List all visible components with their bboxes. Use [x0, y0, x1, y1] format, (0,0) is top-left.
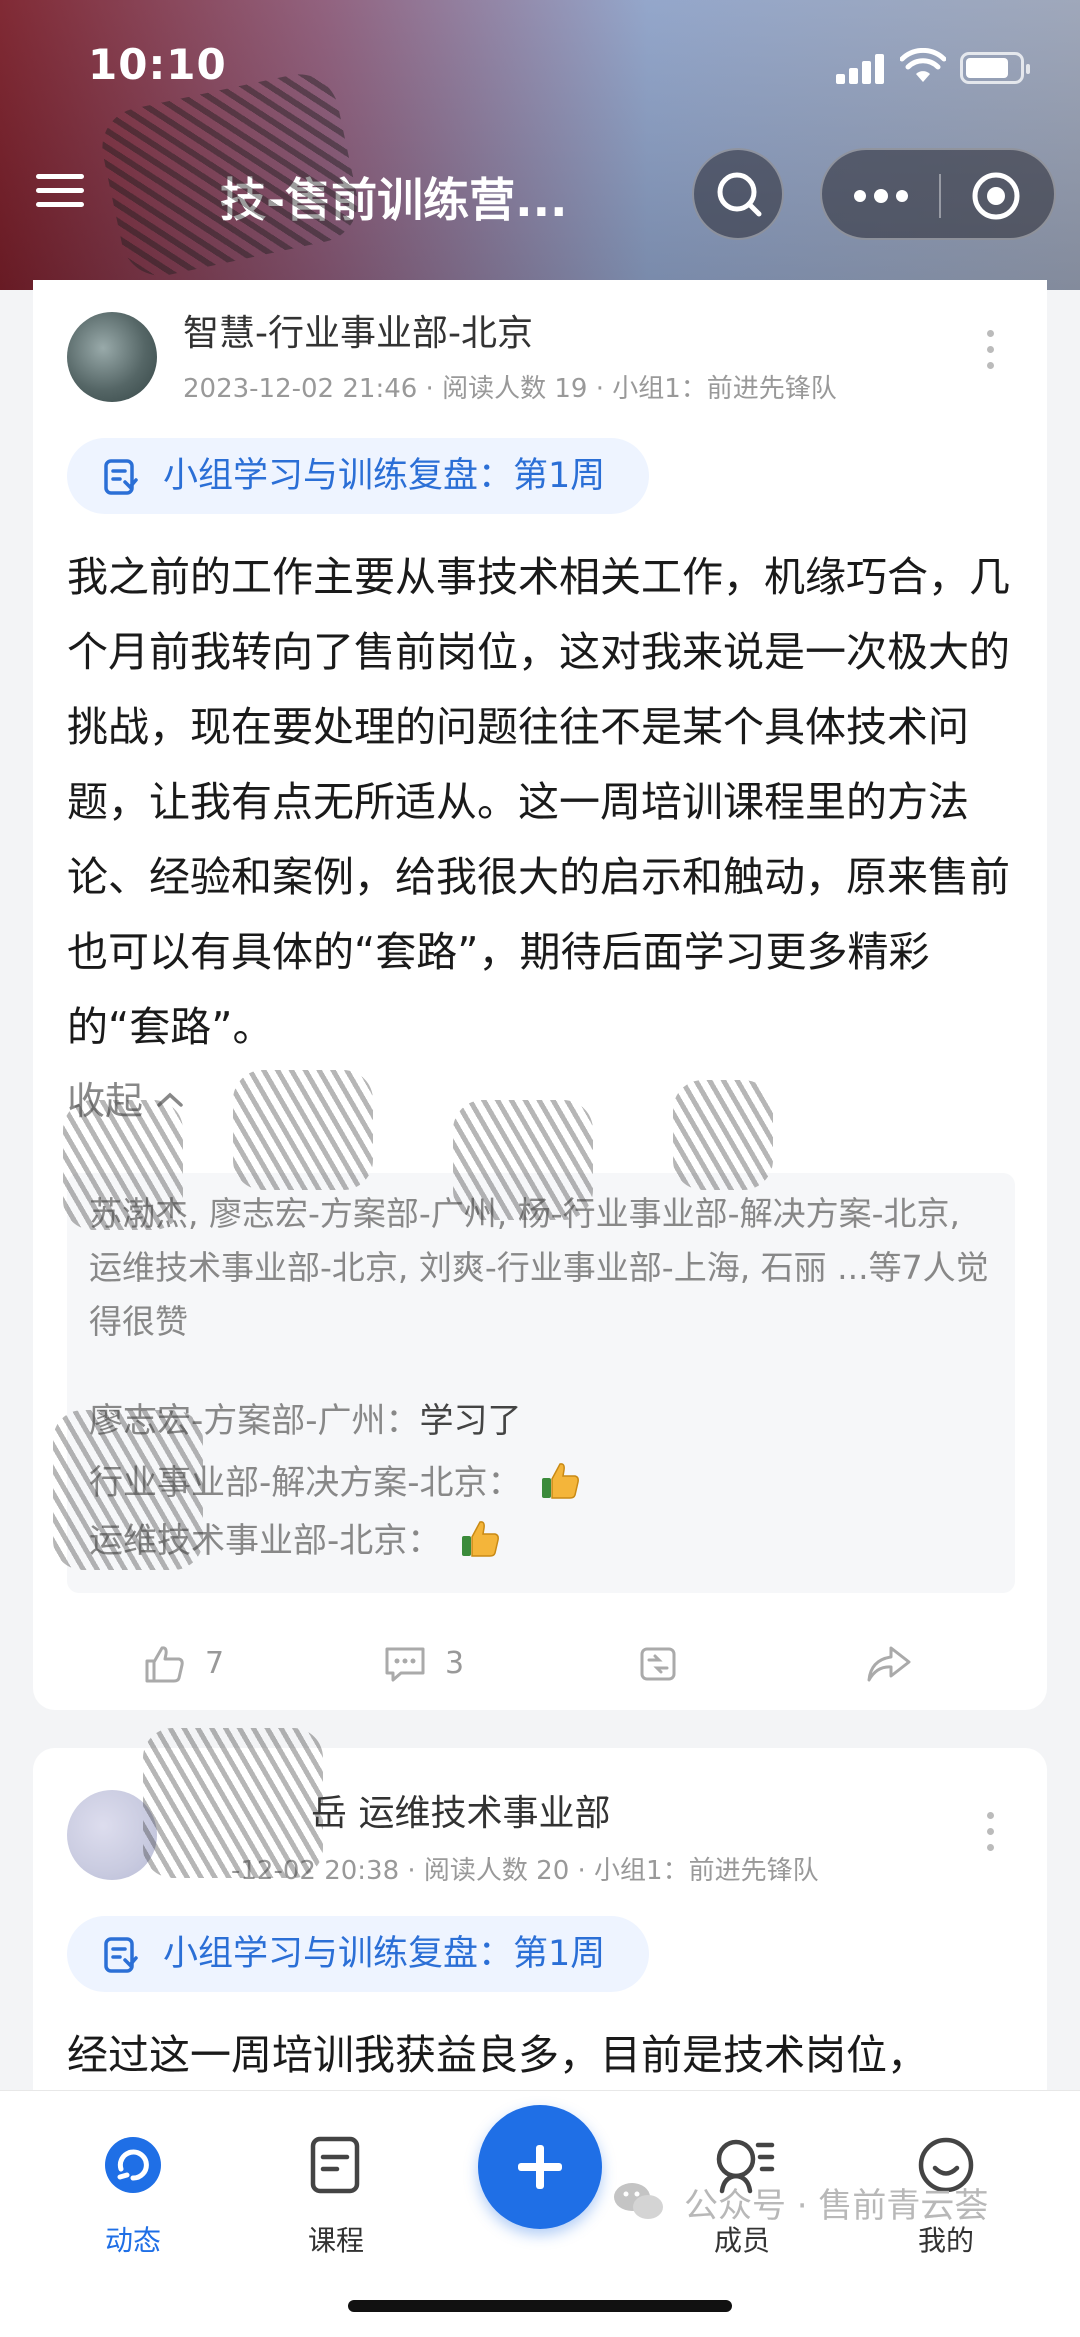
comment-content: 学习了: [419, 1401, 522, 1441]
thumbs-up-emoji-icon: [542, 1463, 580, 1499]
thumbs-up-icon: [145, 1646, 184, 1683]
more-options-icon[interactable]: [848, 174, 914, 218]
post-text: 经过这一周培训我获益良多，目前是技术岗位，: [67, 2031, 928, 2079]
menu-icon[interactable]: [36, 170, 88, 214]
avatar[interactable]: [67, 312, 157, 402]
redaction-scribble: [63, 1100, 183, 1230]
signal-icon: [836, 54, 888, 84]
tab-label: 动态: [104, 2224, 161, 2257]
comment-count: 3: [445, 1646, 465, 1681]
comment-button[interactable]: 3: [383, 1640, 503, 1690]
battery-icon: [960, 52, 1030, 84]
topic-tag[interactable]: 小组学习与训练复盘：第1周: [67, 1916, 650, 1992]
course-icon: [310, 2136, 360, 2194]
status-time: 10:10: [88, 40, 227, 89]
redaction-scribble: [53, 1410, 203, 1570]
post-text: 我之前的工作主要从事技术相关工作，机缘巧合，几个月前我转向了售前岗位，这对我来说…: [67, 553, 1010, 1051]
share-icon: [867, 1646, 911, 1682]
watermark: 公众号 · 售前青云荟: [684, 2186, 989, 2226]
close-miniprogram-icon[interactable]: [968, 168, 1024, 224]
redaction-scribble: [453, 1100, 593, 1220]
post-author[interactable]: 智慧-行业事业部-北京: [183, 304, 533, 356]
post-card: 岳 运维技术事业部 -12-02 20:38 · 阅读人数 20 · 小组1：前…: [33, 1728, 1047, 2128]
add-post-button[interactable]: [478, 2105, 602, 2229]
redaction-scribble: [673, 1080, 773, 1190]
thumbs-up-emoji-icon: [462, 1521, 500, 1557]
review-button[interactable]: [637, 1640, 697, 1690]
feed-icon: [105, 2137, 161, 2193]
topic-tag[interactable]: 小组学习与训练复盘：第1周: [67, 438, 650, 514]
comment-icon: [385, 1647, 425, 1682]
post-meta: 2023-12-02 21:46 · 阅读人数 19 · 小组1：前进先锋队: [183, 374, 837, 404]
search-button[interactable]: [692, 148, 784, 240]
topic-tag-label: 小组学习与训练复盘：第1周: [163, 1934, 606, 1974]
redaction-scribble: [233, 1070, 373, 1190]
post-actions: 7 3: [33, 1640, 1047, 1700]
like-count: 7: [205, 1646, 225, 1681]
capsule-divider: [939, 174, 941, 218]
mini-program-capsule: [820, 148, 1056, 240]
wifi-icon: [900, 48, 946, 82]
likes-comments-box: 苏渤杰, 廖志宏-方案部-广州, 杨-行业事业部-解决方案-北京, 运维技术事业…: [67, 1173, 1015, 1593]
home-indicator[interactable]: [348, 2300, 732, 2312]
wechat-icon: [614, 2183, 663, 2219]
document-icon: [104, 1937, 138, 1973]
more-vertical-icon[interactable]: [979, 328, 1003, 372]
search-icon: [717, 172, 762, 217]
document-icon: [104, 459, 138, 495]
redaction-scribble: [143, 1728, 323, 1878]
header: 10:10 技-售前训练营...: [0, 0, 1080, 290]
like-button[interactable]: 7: [143, 1640, 263, 1690]
review-icon: [640, 1647, 676, 1681]
post-card: 智慧-行业事业部-北京 2023-12-02 21:46 · 阅读人数 19 ·…: [33, 280, 1047, 1710]
topic-tag-label: 小组学习与训练复盘：第1周: [163, 456, 606, 496]
share-button[interactable]: [865, 1640, 925, 1690]
post-author[interactable]: 岳 运维技术事业部: [311, 1784, 610, 1836]
more-vertical-icon[interactable]: [979, 1810, 1003, 1854]
tab-label: 课程: [307, 2224, 364, 2257]
